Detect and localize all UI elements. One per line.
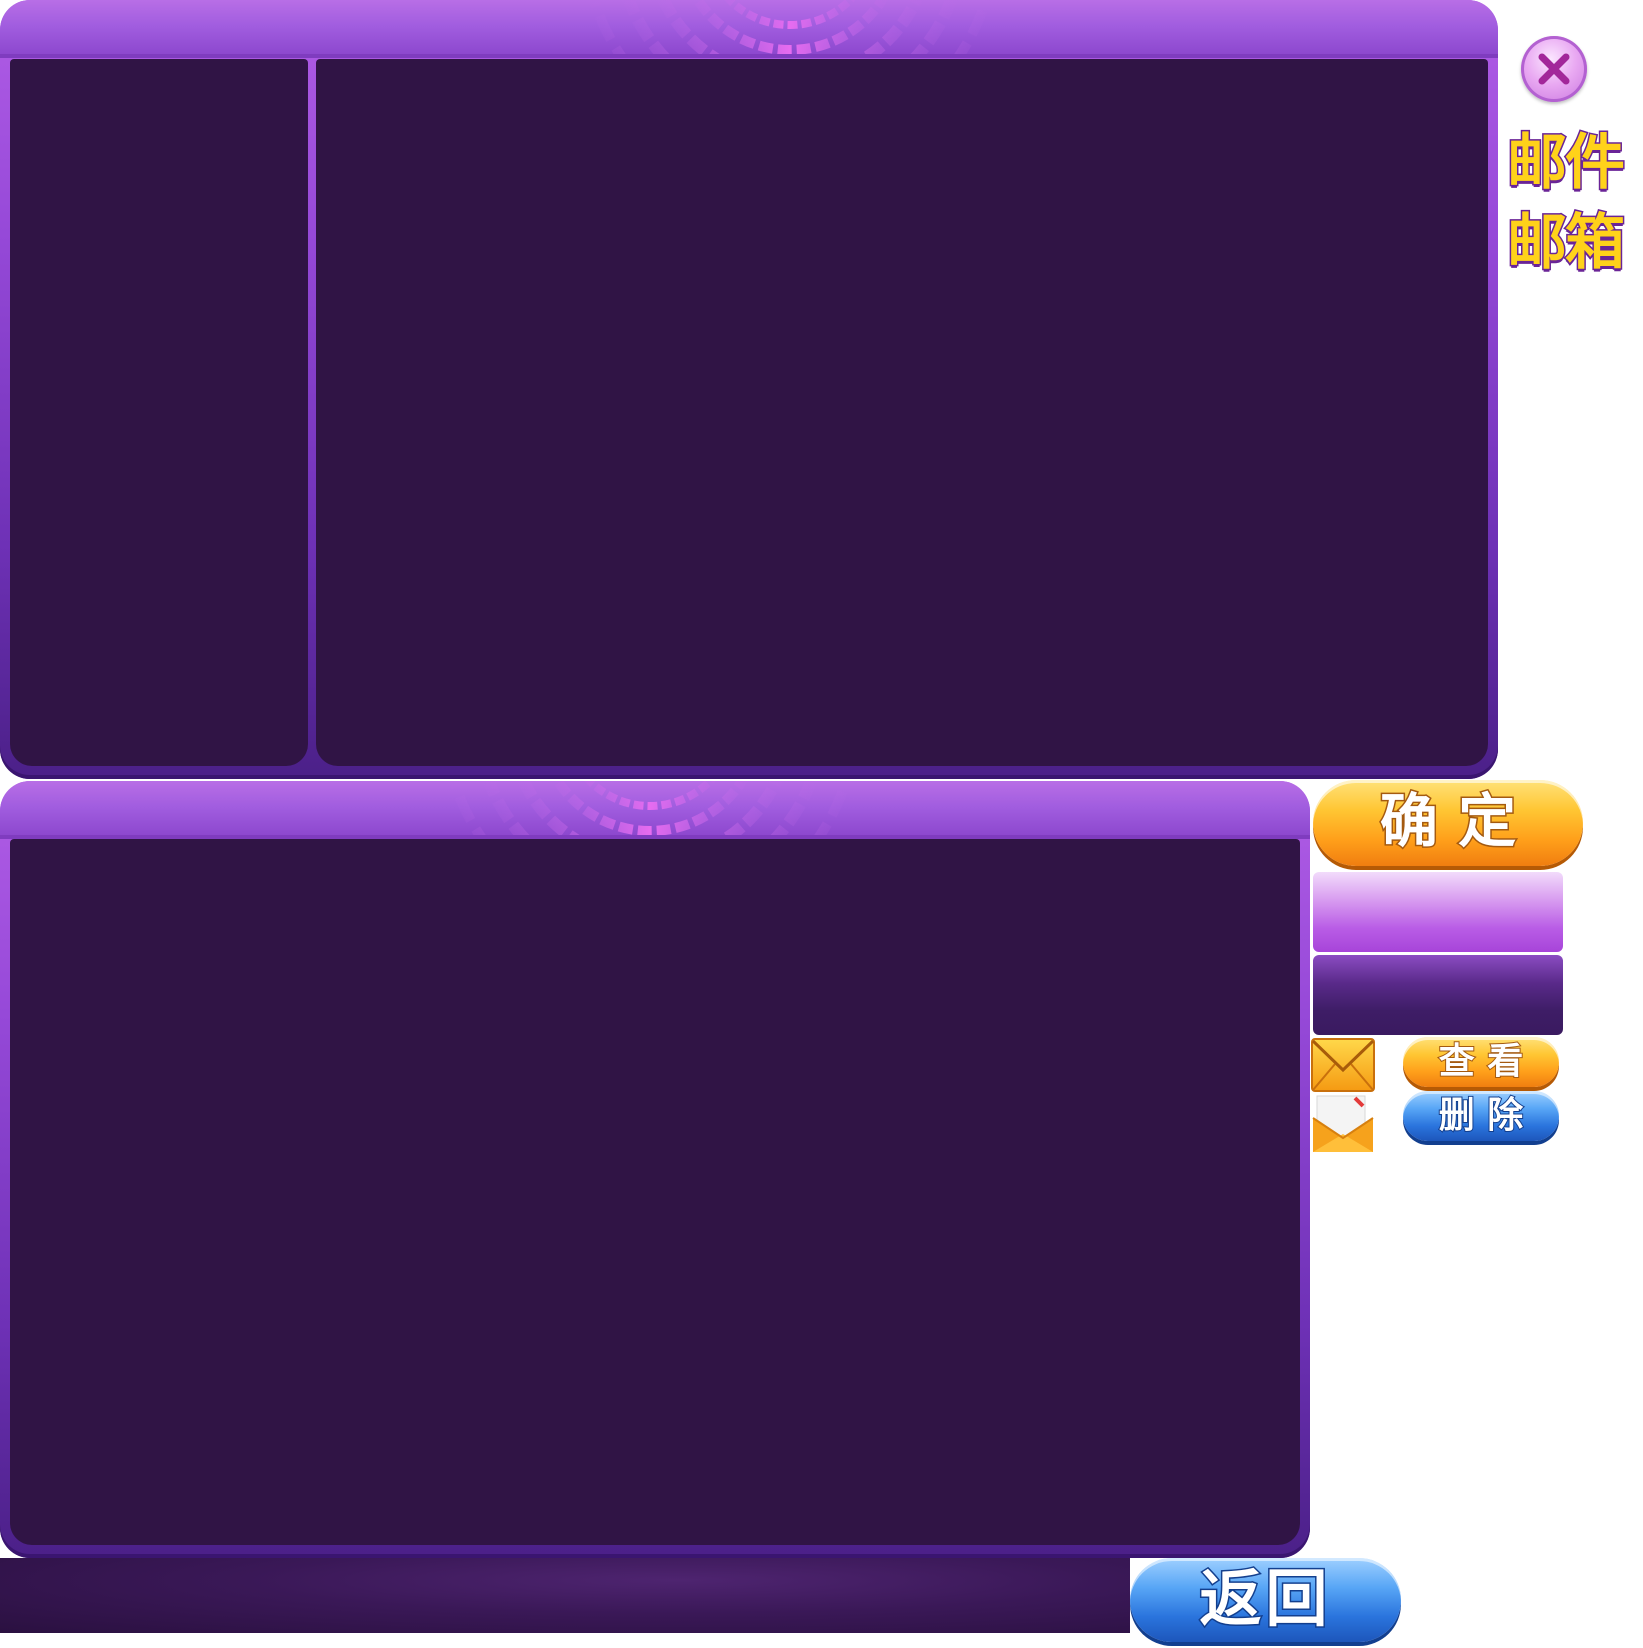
panel-header-bar	[0, 0, 1498, 58]
panel-header-bar	[0, 781, 1310, 839]
view-label: 查 看	[1438, 1040, 1525, 1083]
title-mailbox: 邮箱	[1506, 207, 1627, 280]
mail-list-area[interactable]	[10, 59, 308, 766]
view-button[interactable]: 查 看	[1403, 1037, 1559, 1087]
envelope-closed-icon	[1311, 1038, 1375, 1092]
title-mail: 邮件	[1506, 127, 1627, 200]
confirm-button[interactable]: 确 定	[1313, 780, 1583, 866]
mail-panel-bottom	[0, 781, 1310, 1558]
message-content-area	[10, 839, 1300, 1545]
rings-decoration	[448, 781, 852, 839]
delete-button[interactable]: 删 除	[1403, 1091, 1559, 1141]
back-button[interactable]: 返回	[1130, 1558, 1401, 1642]
delete-label: 删 除	[1438, 1094, 1525, 1137]
envelope-open-icon	[1312, 1095, 1374, 1152]
close-icon	[1538, 53, 1570, 85]
rings-decoration	[588, 0, 992, 58]
back-label: 返回	[1198, 1562, 1332, 1635]
mail-detail-area	[316, 59, 1488, 766]
close-button[interactable]	[1521, 36, 1587, 102]
tab-normal-swatch[interactable]	[1313, 955, 1563, 1035]
mail-panel-top	[0, 0, 1498, 779]
tab-selected-swatch[interactable]	[1313, 872, 1563, 952]
bottom-strip	[0, 1558, 1130, 1633]
confirm-label: 确 定	[1378, 787, 1517, 855]
